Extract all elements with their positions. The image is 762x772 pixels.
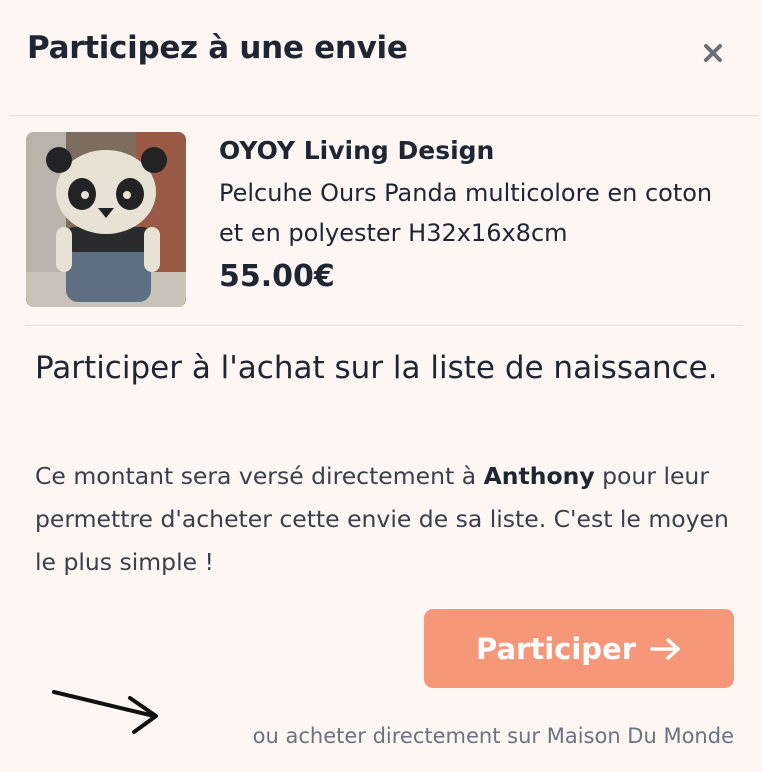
header-divider xyxy=(10,115,758,116)
panda-plush-image xyxy=(26,132,186,307)
product-image xyxy=(26,132,186,307)
close-icon xyxy=(704,44,722,62)
annotation-arrow-icon xyxy=(52,690,158,734)
participation-title: Participer à l'achat sur la liste de nai… xyxy=(35,350,718,386)
description-prefix: Ce montant sera versé directement à xyxy=(35,462,484,490)
product-brand: OYOY Living Design xyxy=(219,136,495,165)
modal-title: Participez à une envie xyxy=(27,30,408,66)
product-description: Pelcuhe Ours Panda multicolore en coton … xyxy=(219,179,713,247)
close-button[interactable] xyxy=(696,36,730,70)
arrow-right-icon xyxy=(650,637,682,661)
product-price: 55.00€ xyxy=(219,259,335,294)
product-divider xyxy=(26,325,742,326)
participate-button[interactable]: Participer xyxy=(424,609,734,688)
participation-description: Ce montant sera versé directement à Anth… xyxy=(35,455,735,584)
participation-modal: Participez à une envie OYOY Living Desig… xyxy=(0,0,762,772)
recipient-name: Anthony xyxy=(483,462,595,490)
participate-button-label: Participer xyxy=(475,631,636,666)
buy-direct-link[interactable]: ou acheter directement sur Maison Du Mon… xyxy=(253,724,734,748)
